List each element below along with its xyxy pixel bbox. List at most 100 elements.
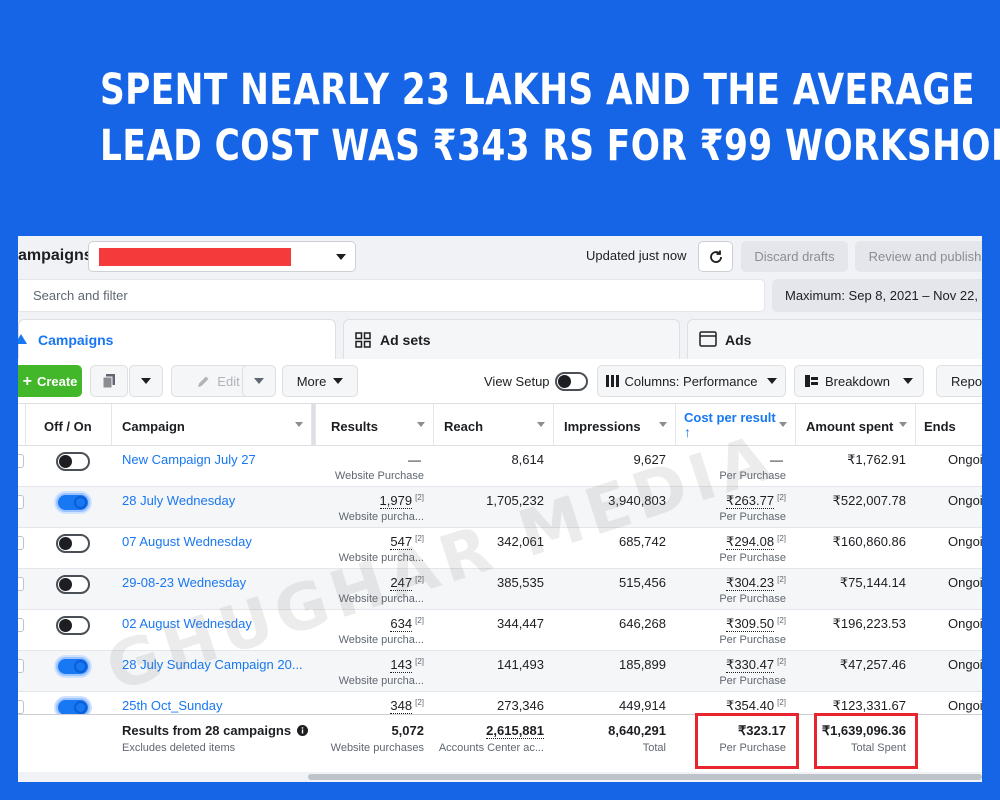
results-cell: 143 [2] Website purcha... [316, 651, 434, 692]
row-checkbox[interactable] [18, 659, 24, 673]
campaign-toggle[interactable] [56, 657, 90, 676]
tab-campaigns[interactable]: Campaigns [18, 319, 336, 359]
cpr-cell: ₹309.50 [2] Per Purchase [676, 610, 796, 651]
horizontal-scrollbar[interactable] [18, 772, 982, 782]
tab-ads[interactable]: Ads [687, 319, 982, 359]
totals-results: 5,072 [391, 723, 424, 738]
columns-button[interactable]: Columns: Performance [597, 365, 786, 397]
col-offon[interactable]: Off / On [26, 404, 112, 446]
col-results[interactable]: Results [316, 404, 434, 446]
table-row[interactable]: 29-08-23 Wednesday 247 [2] Website purcha..… [18, 569, 982, 610]
select-all-column[interactable] [18, 404, 26, 446]
top-bar: ampaigns Updated just now Discard drafts… [18, 236, 982, 278]
results-number: 348 [390, 698, 413, 715]
highlight-box-cost-per-result [695, 713, 799, 769]
duplicate-button[interactable] [90, 365, 128, 397]
search-bar[interactable] [18, 279, 765, 312]
edit-label: Edit [217, 373, 240, 389]
sort-ascending-icon: ↑ [684, 424, 691, 440]
col-ends[interactable]: Ends [916, 404, 982, 446]
campaign-toggle[interactable] [56, 452, 90, 471]
search-input[interactable] [33, 288, 633, 303]
col-reach[interactable]: Reach [434, 404, 554, 446]
tab-campaigns-label: Campaigns [38, 332, 114, 348]
ends-value: Ongoin [948, 657, 982, 672]
results-value: 247 [2] [390, 575, 424, 592]
account-name-redaction [99, 248, 291, 266]
impressions-cell: 515,456 [554, 569, 676, 610]
campaign-name-link[interactable]: 25th Oct_Sunday [122, 698, 222, 713]
row-checkbox[interactable] [18, 700, 24, 714]
totals-label-text: Results from 28 campaigns [122, 723, 292, 738]
row-checkbox[interactable] [18, 454, 24, 468]
campaign-name-link[interactable]: New Campaign July 27 [122, 452, 256, 467]
campaign-name-link[interactable]: 07 August Wednesday [122, 534, 252, 549]
row-checkbox[interactable] [18, 495, 24, 509]
date-range-picker[interactable]: Maximum: Sep 8, 2021 – Nov 22, 20 [772, 279, 982, 312]
campaign-cell: 28 July Sunday Campaign 20... [112, 651, 312, 692]
campaign-toggle[interactable] [56, 616, 90, 635]
row-checkbox[interactable] [18, 618, 24, 632]
col-amount-spent[interactable]: Amount spent [796, 404, 916, 446]
info-icon [296, 725, 308, 736]
impressions-value: 3,940,803 [608, 493, 666, 508]
account-select[interactable] [88, 241, 356, 272]
table-row[interactable]: 28 July Wednesday 1,979 [2] Website purcha.… [18, 487, 982, 528]
totals-results-cell: 5,072 Website purchases [316, 715, 434, 775]
table-row[interactable]: New Campaign July 27 — Website Purchase 8,6… [18, 446, 982, 487]
tab-adsets-label: Ad sets [380, 332, 431, 348]
totals-label: Results from 28 campaigns [122, 723, 308, 738]
table-row[interactable]: 28 July Sunday Campaign 20... 143 [2] Websi… [18, 651, 982, 692]
refresh-icon [709, 250, 722, 263]
campaign-toggle[interactable] [56, 575, 90, 594]
more-button[interactable]: More [282, 365, 358, 397]
reach-value: 385,535 [497, 575, 544, 590]
col-campaign-label: Campaign [122, 419, 185, 434]
reports-button[interactable]: Repor [936, 365, 982, 397]
ends-cell: Ongoin [916, 528, 982, 569]
review-publish-button[interactable]: Review and publish [855, 241, 982, 272]
page-title: ampaigns [18, 247, 93, 264]
col-impressions[interactable]: Impressions [554, 404, 676, 446]
cpr-footnote: [2] [777, 698, 786, 707]
spent-cell: ₹47,257.46 [796, 651, 916, 692]
reach-cell: 141,493 [434, 651, 554, 692]
results-type: Website Purchase [334, 470, 424, 482]
results-value: 1,979 [2] [379, 493, 424, 510]
duplicate-dropdown[interactable] [129, 365, 163, 397]
tab-adsets[interactable]: Ad sets [343, 319, 680, 359]
campaign-cell: New Campaign July 27 [112, 446, 312, 487]
breakdown-button[interactable]: Breakdown [794, 365, 924, 397]
row-checkbox[interactable] [18, 577, 24, 591]
scrollbar-thumb[interactable] [308, 774, 982, 780]
cpr-cell: — Per Purchase [676, 446, 796, 487]
col-cost-per-result[interactable]: Cost per result ↑ [676, 404, 796, 446]
view-setup-toggle[interactable] [555, 372, 588, 391]
reach-cell: 8,614 [434, 446, 554, 487]
cpr-number: ₹354.40 [726, 698, 775, 715]
results-cell: 547 [2] Website purcha... [316, 528, 434, 569]
campaign-name-link[interactable]: 28 July Sunday Campaign 20... [122, 657, 303, 672]
campaign-toggle[interactable] [56, 493, 90, 512]
campaign-toggle[interactable] [56, 534, 90, 553]
edit-dropdown[interactable] [242, 365, 276, 397]
spent-value: ₹47,257.46 [839, 657, 906, 672]
row-checkbox[interactable] [18, 536, 24, 550]
ends-cell: Ongoin [916, 446, 982, 487]
campaign-name-link[interactable]: 28 July Wednesday [122, 493, 235, 508]
cpr-number: ₹263.77 [726, 493, 775, 510]
create-button[interactable]: + Create [18, 365, 82, 397]
discard-drafts-button[interactable]: Discard drafts [741, 241, 848, 272]
cpr-footnote: [2] [777, 534, 786, 543]
refresh-button[interactable] [698, 241, 733, 272]
impressions-cell: 3,940,803 [554, 487, 676, 528]
cpr-footnote: [2] [777, 616, 786, 625]
campaign-name-link[interactable]: 29-08-23 Wednesday [122, 575, 246, 590]
col-campaign[interactable]: Campaign [112, 404, 312, 446]
table-row[interactable]: 02 August Wednesday 634 [2] Website purcha.… [18, 610, 982, 651]
campaign-name-link[interactable]: 02 August Wednesday [122, 616, 252, 631]
table-row[interactable]: 07 August Wednesday 547 [2] Website purcha.… [18, 528, 982, 569]
toolbar: + Create Edit More View Setup Columns: P… [18, 359, 982, 404]
results-type: Website purcha... [338, 511, 424, 523]
results-cell: 247 [2] Website purcha... [316, 569, 434, 610]
